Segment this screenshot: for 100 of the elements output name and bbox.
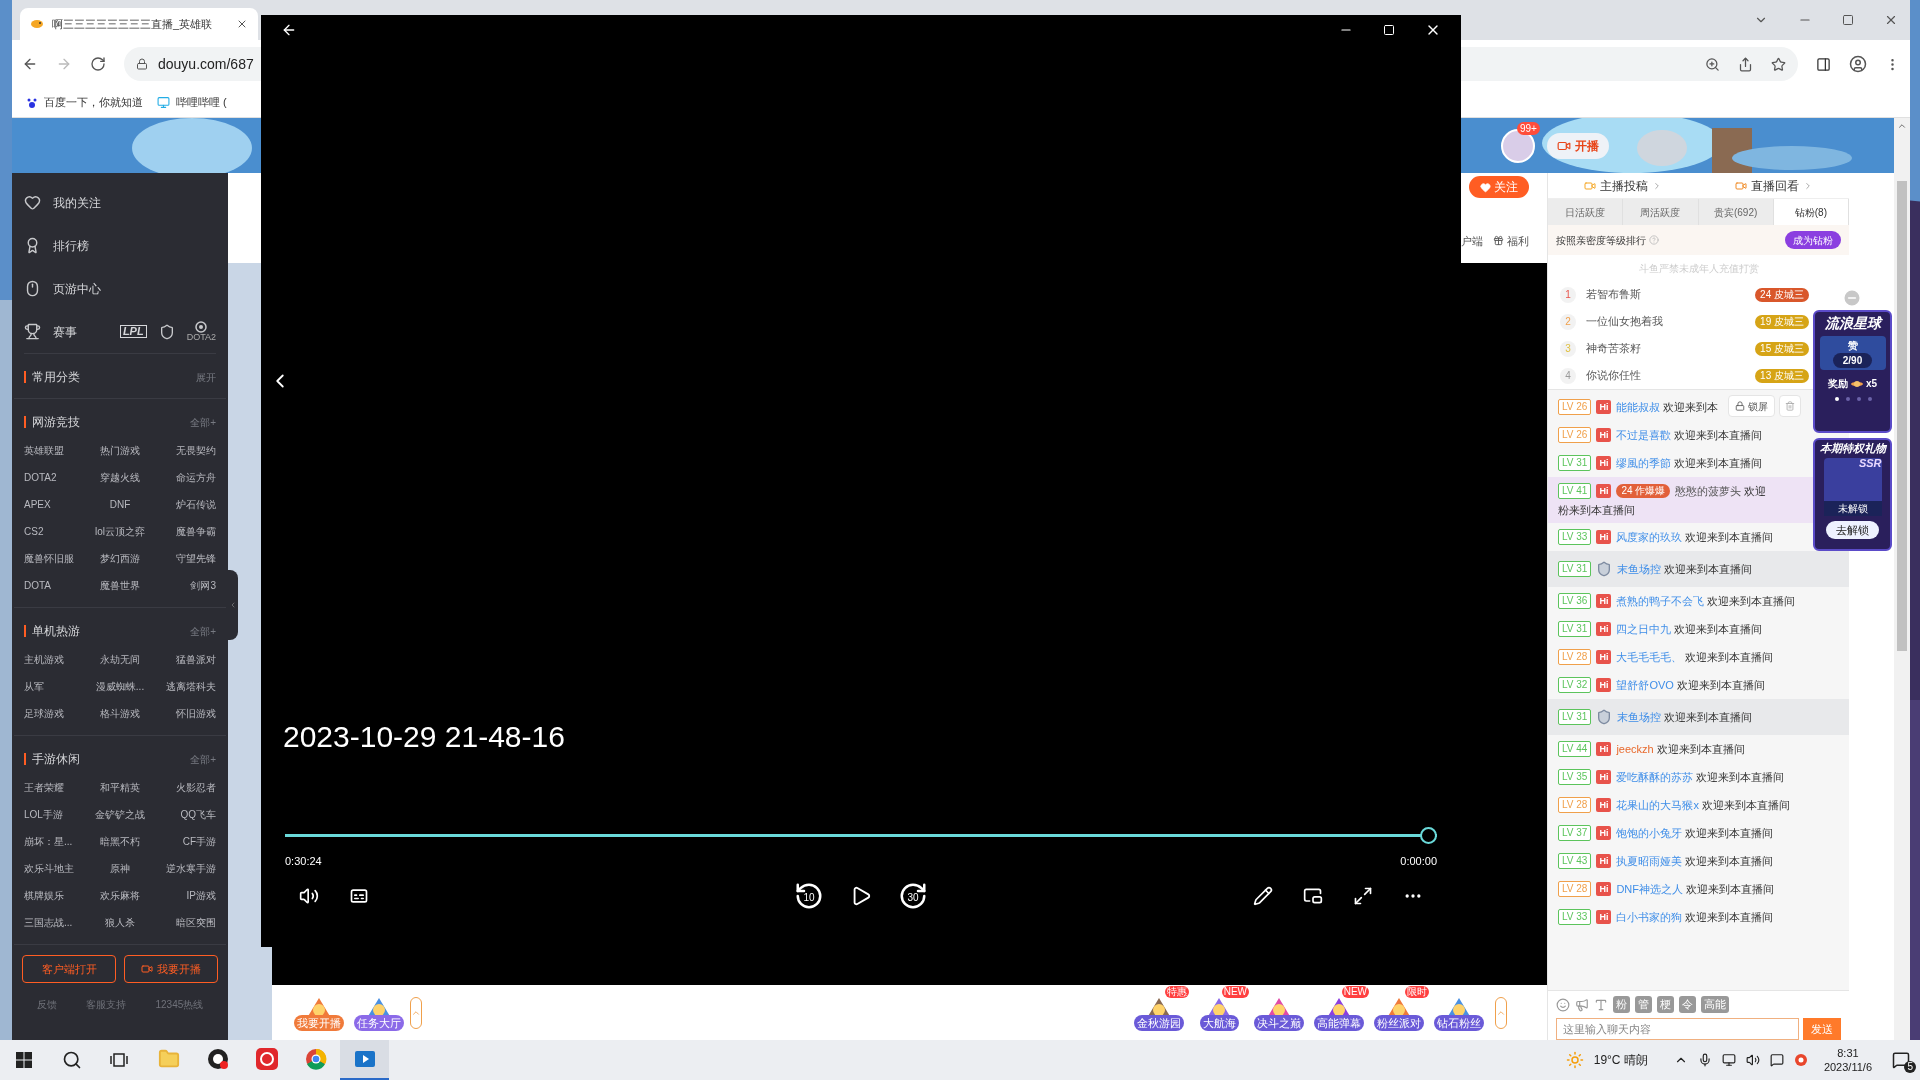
gift-label[interactable]: 粉丝派对: [1374, 1014, 1424, 1032]
category-link[interactable]: 暗黑不朽: [88, 828, 152, 855]
chat-tab[interactable]: 日活跃度: [1548, 199, 1624, 225]
text-style-icon[interactable]: [1594, 997, 1608, 1012]
category-link[interactable]: 热门游戏: [88, 437, 152, 464]
category-link[interactable]: DOTA: [24, 572, 88, 599]
room-link[interactable]: 户端: [1461, 232, 1483, 249]
room-link[interactable]: 福利: [1493, 232, 1529, 249]
category-link[interactable]: 火影忍者: [152, 774, 216, 801]
category-link[interactable]: 魔兽怀旧服: [24, 545, 88, 572]
category-link[interactable]: 欢乐斗地主: [24, 855, 88, 882]
category-link[interactable]: DOTA2: [24, 464, 88, 491]
league-logo[interactable]: LPL: [119, 325, 147, 338]
category-link[interactable]: DNF: [88, 491, 152, 518]
category-link[interactable]: 崩坏：星...: [24, 828, 88, 855]
browser-icon[interactable]: [304, 1048, 327, 1070]
category-link[interactable]: 命运方舟: [152, 464, 216, 491]
sidebar-item[interactable]: 排行榜: [53, 236, 89, 255]
panel-link[interactable]: 主播投稿: [1584, 176, 1663, 195]
event-card[interactable]: 流浪星球 赞 2/90 奖励 x5: [1813, 310, 1892, 433]
chat-tab[interactable]: 钻粉(8): [1773, 199, 1849, 225]
broadcast-button[interactable]: 我要开播: [124, 955, 218, 983]
film-icon[interactable]: [353, 1048, 376, 1070]
gift-label[interactable]: 大航海: [1199, 1014, 1239, 1032]
captions-icon[interactable]: [349, 886, 369, 906]
category-link[interactable]: 逃离塔科夫: [152, 673, 216, 700]
category-link[interactable]: 剑网3: [152, 572, 216, 599]
volume-icon[interactable]: [299, 886, 319, 906]
share-icon[interactable]: [1738, 56, 1753, 72]
search-icon[interactable]: [62, 1050, 82, 1070]
browser-tab[interactable]: 啊三三三三三三三三直播_英雄联: [20, 8, 258, 40]
keyboard-app-icon[interactable]: [1793, 1053, 1808, 1067]
input-method-icon[interactable]: [1769, 1053, 1784, 1067]
skip-back-button[interactable]: 10: [794, 881, 824, 911]
address-bar[interactable]: douyu.com/687: [124, 47, 261, 81]
gift-label[interactable]: 高能弹幕: [1314, 1014, 1364, 1032]
category-link[interactable]: 守望先锋: [152, 545, 216, 572]
music-app-icon[interactable]: [255, 1048, 278, 1070]
task-view-icon[interactable]: [110, 1051, 128, 1069]
slider-thumb[interactable]: [1420, 826, 1437, 844]
category-link[interactable]: 英雄联盟: [24, 437, 88, 464]
sidebar-item[interactable]: 赛事: [53, 322, 77, 341]
scrollbar-thumb[interactable]: [1897, 181, 1907, 651]
notification-icon[interactable]: [1892, 1051, 1910, 1069]
panel-link[interactable]: 直播回看: [1734, 176, 1813, 195]
emoji-icon[interactable]: [1556, 997, 1570, 1012]
category-link[interactable]: CF手游: [152, 828, 216, 855]
category-link[interactable]: 无畏契约: [152, 437, 216, 464]
category-link[interactable]: 猛兽派对: [152, 646, 216, 673]
zoom-icon[interactable]: [1705, 56, 1720, 72]
category-link[interactable]: 狼人杀: [88, 909, 152, 936]
become-fan-button[interactable]: 成为钻粉: [1785, 231, 1841, 249]
category-link[interactable]: 三国志战...: [24, 909, 88, 936]
profile-icon[interactable]: [1849, 55, 1867, 73]
back-icon[interactable]: [22, 56, 38, 72]
megaphone-icon[interactable]: [1575, 997, 1589, 1012]
category-link[interactable]: QQ飞车: [152, 801, 216, 828]
league-caption[interactable]: DOTA2: [186, 333, 216, 342]
speaker-icon[interactable]: [1745, 1053, 1760, 1067]
scrollbar[interactable]: [1894, 118, 1910, 1040]
collapse-handle[interactable]: [228, 570, 238, 640]
start-icon[interactable]: [16, 1052, 32, 1068]
star-icon[interactable]: [1771, 56, 1786, 72]
clock-time[interactable]: 8:31: [1837, 1046, 1859, 1060]
shield-icon[interactable]: [158, 323, 175, 340]
category-link[interactable]: 金铲铲之战: [88, 801, 152, 828]
category-link[interactable]: APEX: [24, 491, 88, 518]
category-link[interactable]: 逆水寒手游: [152, 855, 216, 882]
gift-label[interactable]: 金秋游园: [1134, 1014, 1184, 1032]
chat-tab[interactable]: 贵宾(692): [1698, 199, 1774, 225]
back-icon[interactable]: [281, 22, 297, 38]
category-link[interactable]: 魔兽世界: [88, 572, 152, 599]
network-icon[interactable]: [1721, 1053, 1736, 1067]
chat-input[interactable]: 这里输入聊天内容: [1556, 1018, 1799, 1040]
clock-date[interactable]: 2023/11/6: [1823, 1060, 1872, 1074]
record-icon[interactable]: [206, 1048, 229, 1070]
category-link[interactable]: CS2: [24, 518, 88, 545]
category-link[interactable]: 王者荣耀: [24, 774, 88, 801]
category-link[interactable]: 棋牌娱乐: [24, 882, 88, 909]
category-link[interactable]: 足球游戏: [24, 700, 88, 727]
category-link[interactable]: 永劫无间: [88, 646, 152, 673]
category-link[interactable]: 炉石传说: [152, 491, 216, 518]
gift-label[interactable]: 任务大厅: [354, 1014, 404, 1032]
close-icon[interactable]: [236, 18, 248, 30]
gift-card[interactable]: 本期特权礼物 SSR 未解锁 去解锁: [1813, 438, 1892, 551]
category-link[interactable]: LOL手游: [24, 801, 88, 828]
category-link[interactable]: 和平精英: [88, 774, 152, 801]
bookmark[interactable]: 百度一下，你就知道: [26, 94, 143, 111]
reload-icon[interactable]: [90, 56, 106, 72]
category-link[interactable]: 格斗游戏: [88, 700, 152, 727]
gift-label[interactable]: 决斗之巅: [1254, 1014, 1304, 1032]
category-link[interactable]: lol云顶之弈: [88, 518, 152, 545]
category-link[interactable]: 漫威蜘蛛...: [88, 673, 152, 700]
mic-icon[interactable]: [1697, 1053, 1712, 1067]
chat-tab[interactable]: 周活跃度: [1623, 199, 1699, 225]
category-link[interactable]: 主机游戏: [24, 646, 88, 673]
category-link[interactable]: 从军: [24, 673, 88, 700]
category-link[interactable]: 暗区突围: [152, 909, 216, 936]
category-link[interactable]: 梦幻西游: [88, 545, 152, 572]
side-panel-icon[interactable]: [1816, 56, 1831, 72]
